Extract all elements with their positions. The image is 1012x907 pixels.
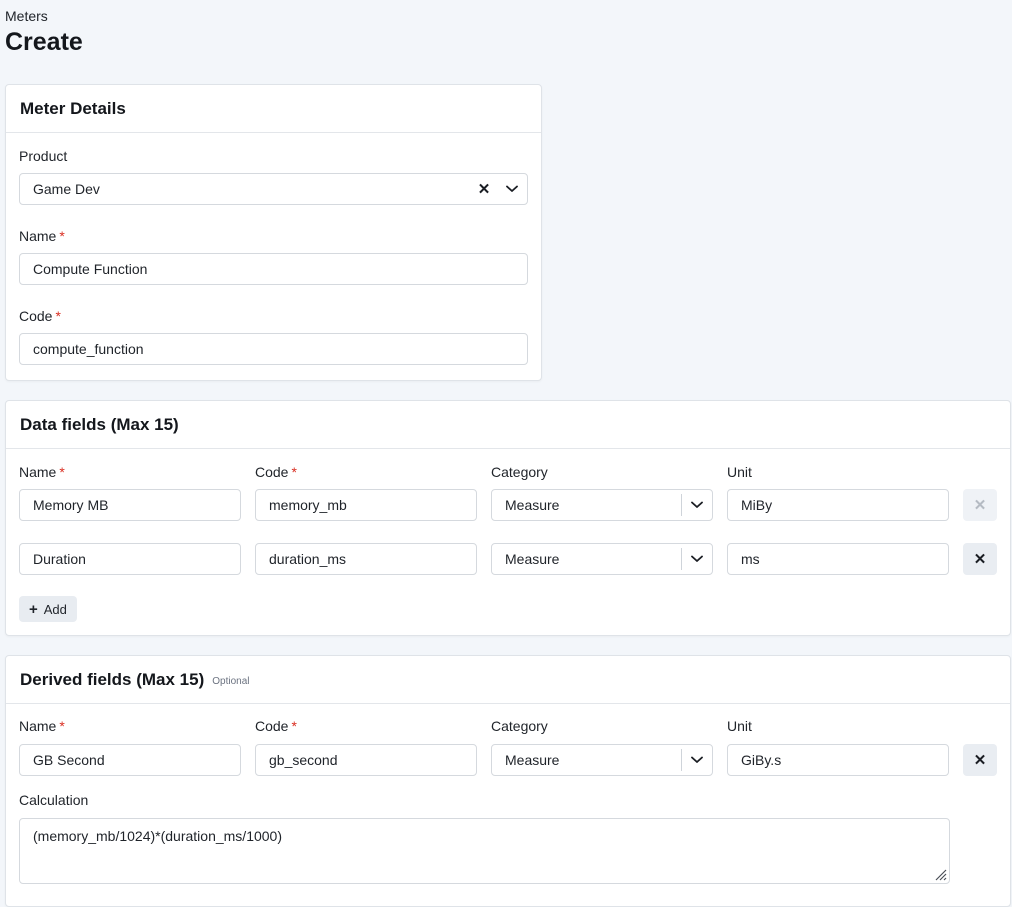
data-field-category-select[interactable]: Measure [491, 543, 713, 575]
required-mark: * [59, 464, 65, 480]
derived-field-code-input[interactable] [255, 744, 477, 776]
product-select[interactable]: Game Dev ✕ [19, 173, 528, 205]
product-label: Product [19, 148, 68, 164]
chevron-down-icon[interactable] [682, 756, 712, 764]
add-data-field-button[interactable]: + Add [19, 596, 77, 622]
close-icon: ✕ [973, 551, 987, 568]
required-mark: * [59, 228, 65, 244]
column-category-label: Category [491, 464, 548, 480]
close-icon: ✕ [973, 497, 987, 514]
column-name-label: Name * [19, 718, 65, 734]
plus-icon: + [29, 600, 38, 618]
column-name-label: Name * [19, 464, 65, 480]
meter-details-panel: Meter Details Product Game Dev ✕ Name * C… [5, 84, 542, 381]
data-field-unit-input[interactable] [727, 543, 949, 575]
column-code-label: Code * [255, 718, 297, 734]
data-field-code-input[interactable] [255, 543, 477, 575]
remove-data-field-button[interactable]: ✕ [963, 543, 997, 575]
data-field-name-input[interactable] [19, 489, 241, 521]
column-category-label: Category [491, 718, 548, 734]
data-field-code-input[interactable] [255, 489, 477, 521]
meter-name-input[interactable] [19, 253, 528, 285]
calculation-textarea[interactable]: (memory_mb/1024)*(duration_ms/1000) [19, 818, 950, 884]
chevron-down-icon[interactable] [682, 501, 712, 509]
derived-fields-panel: Derived fields (Max 15) Optional Name * C… [5, 655, 1011, 907]
meter-code-input[interactable] [19, 333, 528, 365]
derived-fields-header: Derived fields (Max 15) Optional [6, 656, 1010, 704]
data-field-name-input[interactable] [19, 543, 241, 575]
required-mark: * [55, 308, 61, 324]
product-select-value: Game Dev [33, 181, 100, 197]
chevron-down-icon[interactable] [682, 555, 712, 563]
chevron-down-icon[interactable] [497, 185, 527, 193]
derived-field-name-input[interactable] [19, 744, 241, 776]
remove-data-field-button[interactable]: ✕ [963, 489, 997, 521]
column-unit-label: Unit [727, 718, 752, 734]
calculation-label: Calculation [19, 792, 89, 808]
remove-derived-field-button[interactable]: ✕ [963, 744, 997, 776]
name-label: Name * [19, 228, 65, 244]
data-fields-panel: Data fields (Max 15) Name * Code * Categor… [5, 400, 1011, 636]
derived-field-unit-input[interactable] [727, 744, 949, 776]
category-select-value: Measure [505, 497, 560, 513]
required-mark: * [291, 718, 297, 734]
required-mark: * [291, 464, 297, 480]
column-unit-label: Unit [727, 464, 752, 480]
required-mark: * [59, 718, 65, 734]
column-code-label: Code * [255, 464, 297, 480]
code-label: Code * [19, 308, 61, 324]
breadcrumb[interactable]: Meters [5, 8, 48, 24]
derived-field-category-select[interactable]: Measure [491, 744, 713, 776]
data-field-unit-input[interactable] [727, 489, 949, 521]
category-select-value: Measure [505, 752, 560, 768]
category-select-value: Measure [505, 551, 560, 567]
data-fields-header: Data fields (Max 15) [6, 401, 1010, 449]
meter-details-header: Meter Details [6, 85, 541, 133]
page-title: Create [5, 28, 83, 56]
optional-badge: Optional [212, 676, 250, 687]
resize-handle-icon[interactable] [933, 867, 947, 881]
add-button-label: Add [43, 601, 67, 617]
clear-icon[interactable]: ✕ [471, 180, 497, 198]
close-icon: ✕ [973, 752, 987, 769]
data-field-category-select[interactable]: Measure [491, 489, 713, 521]
